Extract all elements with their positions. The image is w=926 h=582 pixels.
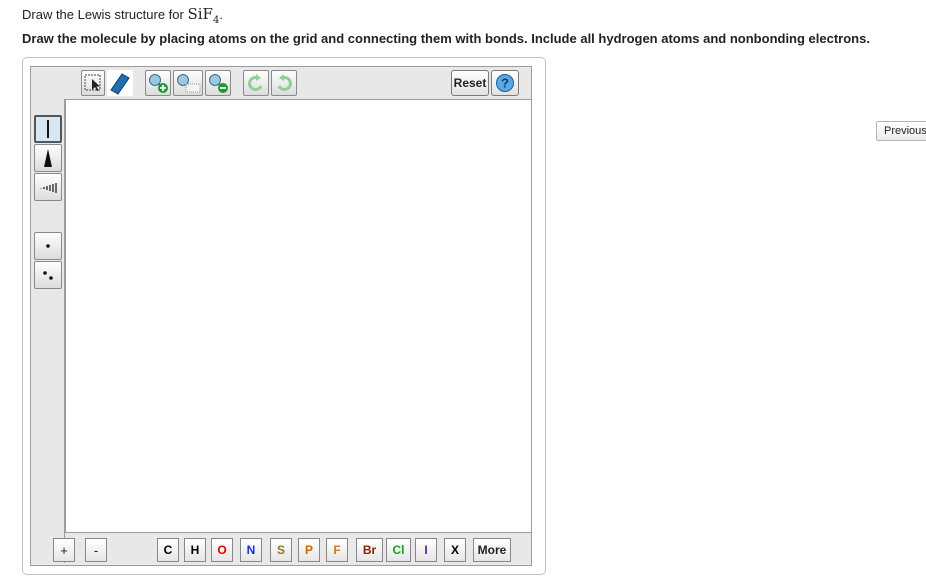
instructions: Draw the molecule by placing atoms on th…: [22, 31, 870, 46]
formula: SiF4: [187, 5, 219, 26]
element-button-f[interactable]: F: [326, 538, 348, 562]
question-prefix: Draw the Lewis structure for: [22, 7, 188, 22]
remove-charge-icon[interactable]: [205, 70, 231, 96]
element-button-c[interactable]: C: [157, 538, 179, 562]
element-button-n[interactable]: N: [240, 538, 262, 562]
atom-map-icon[interactable]: [173, 70, 203, 96]
question-prompt: Draw the Lewis structure for SiF4.: [22, 5, 223, 26]
help-icon: ?: [496, 74, 514, 92]
wedge-bond-tool[interactable]: [34, 144, 62, 172]
element-button-cl[interactable]: Cl: [386, 538, 411, 562]
element-button-br[interactable]: Br: [356, 538, 383, 562]
electron-pair-tool[interactable]: [34, 261, 62, 289]
element-button-s[interactable]: S: [270, 538, 292, 562]
add-charge-icon[interactable]: [145, 70, 171, 96]
undo-icon[interactable]: [243, 70, 269, 96]
more-elements-button[interactable]: More: [473, 538, 511, 562]
lone-electron-tool[interactable]: [34, 232, 62, 260]
charge-minus-button[interactable]: -: [85, 538, 107, 562]
redo-icon[interactable]: [271, 70, 297, 96]
eraser-icon[interactable]: [107, 70, 133, 96]
svg-text:?: ?: [501, 76, 509, 91]
element-button-p[interactable]: P: [298, 538, 320, 562]
element-button-o[interactable]: O: [211, 538, 233, 562]
single-bond-tool[interactable]: [34, 115, 62, 143]
element-button-x[interactable]: X: [444, 538, 466, 562]
selection-icon[interactable]: [81, 70, 105, 96]
drawing-canvas[interactable]: [65, 99, 531, 533]
help-button[interactable]: ?: [491, 70, 519, 96]
question-suffix: .: [219, 7, 223, 22]
reset-button[interactable]: Reset: [451, 70, 489, 96]
element-button-h[interactable]: H: [184, 538, 206, 562]
previous-button[interactable]: Previous: [876, 121, 926, 141]
charge-plus-button[interactable]: +: [53, 538, 75, 562]
element-button-i[interactable]: I: [415, 538, 437, 562]
formula-main: SiF: [187, 5, 213, 23]
hash-bond-tool[interactable]: [34, 173, 62, 201]
